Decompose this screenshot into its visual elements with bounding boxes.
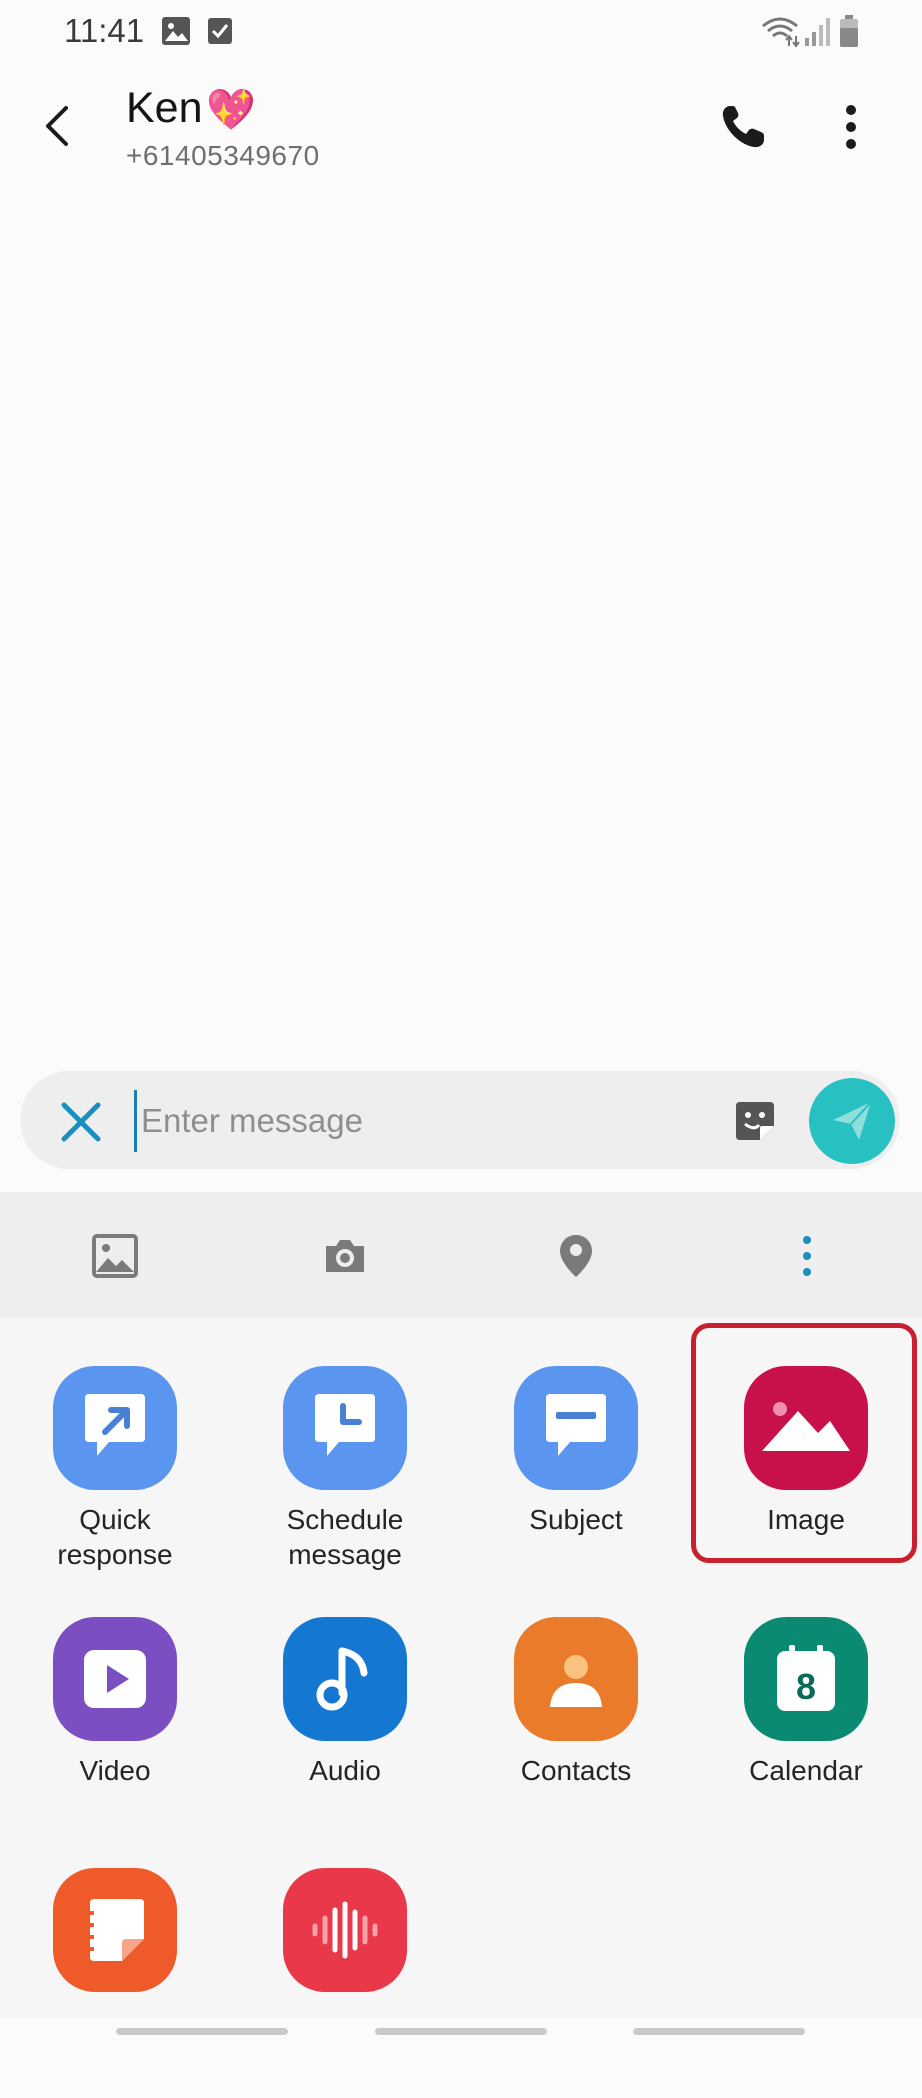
highlight-box — [691, 1323, 917, 1563]
schedule-message-icon — [283, 1366, 407, 1490]
calendar-icon: 8 — [744, 1617, 868, 1741]
notes-icon — [53, 1868, 177, 1992]
battery-icon — [840, 15, 858, 47]
nav-back-button[interactable] — [633, 2028, 805, 2035]
phone-icon — [722, 106, 764, 148]
tile-label: Schedule message — [286, 1504, 404, 1570]
subject-icon — [514, 1366, 638, 1490]
voice-recorder-tile[interactable] — [245, 1868, 445, 2098]
nav-recent-apps-button[interactable] — [116, 2028, 288, 2035]
send-icon — [833, 1101, 872, 1140]
task-notification-icon — [208, 18, 232, 44]
tile-label: Quick response — [57, 1504, 173, 1570]
more-vertical-icon — [846, 105, 856, 149]
tile-label: Audio — [309, 1755, 381, 1786]
sticker-button[interactable] — [732, 1098, 778, 1144]
audio-tile[interactable]: Audio — [245, 1617, 445, 1847]
status-time: 11:41 — [64, 12, 145, 49]
send-button[interactable] — [809, 1078, 895, 1164]
toolbar-location-button[interactable] — [549, 1229, 603, 1283]
nav-home-button[interactable] — [375, 2028, 547, 2035]
call-button[interactable] — [716, 100, 770, 154]
video-icon — [53, 1617, 177, 1741]
toolbar-camera-button[interactable] — [318, 1229, 372, 1283]
wifi-icon — [762, 17, 800, 48]
tile-label: Contacts — [520, 1755, 632, 1786]
close-icon — [61, 1102, 101, 1142]
quick-response-tile[interactable]: Quick response — [15, 1366, 215, 1596]
video-tile[interactable]: Video — [15, 1617, 215, 1847]
toolbar-gallery-button[interactable] — [88, 1229, 142, 1283]
tile-label: Subject — [529, 1504, 623, 1535]
signal-icon — [805, 18, 830, 46]
more-vertical-icon — [803, 1236, 811, 1276]
toolbar-more-button[interactable] — [780, 1229, 834, 1283]
calendar-tile[interactable]: 8 Calendar — [706, 1617, 906, 1847]
audio-icon — [283, 1617, 407, 1741]
voice-recorder-icon — [283, 1868, 407, 1992]
close-attach-button[interactable] — [56, 1097, 106, 1147]
contacts-tile[interactable]: Contacts — [476, 1617, 676, 1847]
tile-label: Video — [79, 1755, 151, 1786]
back-button[interactable] — [30, 94, 84, 158]
camera-icon — [326, 1240, 364, 1272]
contact-number: +61405349670 — [126, 140, 320, 171]
gallery-icon — [92, 1234, 138, 1278]
more-options-button[interactable] — [828, 100, 874, 154]
quick-response-icon — [53, 1366, 177, 1490]
back-arrow-icon — [46, 106, 68, 146]
tile-label: Calendar — [749, 1755, 863, 1786]
message-input[interactable] — [134, 1090, 711, 1152]
schedule-message-tile[interactable]: Schedule message — [245, 1366, 445, 1596]
location-icon — [560, 1235, 592, 1277]
gallery-notification-icon — [162, 17, 190, 45]
svg-text:8: 8 — [796, 1666, 816, 1707]
contacts-icon — [514, 1617, 638, 1741]
contact-name[interactable]: Ken — [126, 84, 203, 133]
notes-tile[interactable] — [15, 1868, 215, 2098]
sticker-icon — [736, 1102, 774, 1140]
contact-emoji: 💖 — [206, 88, 256, 132]
subject-tile[interactable]: Subject — [476, 1366, 676, 1596]
